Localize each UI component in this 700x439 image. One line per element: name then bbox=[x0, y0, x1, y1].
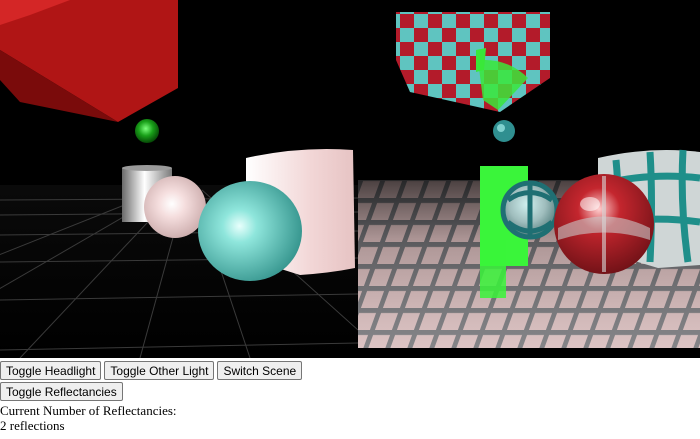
controls-panel: Toggle Headlight Toggle Other Light Swit… bbox=[0, 361, 700, 433]
teal-sphere bbox=[198, 181, 302, 281]
green-sphere bbox=[135, 119, 159, 143]
reflectancies-label: Current Number of Reflectancies: bbox=[0, 403, 177, 418]
raytrace-scene bbox=[358, 0, 700, 358]
button-row-1: Toggle Headlight Toggle Other Light Swit… bbox=[0, 361, 700, 380]
raster-scene bbox=[0, 0, 358, 358]
render-area bbox=[0, 0, 700, 358]
reflectancies-value: 2 reflections bbox=[0, 418, 65, 433]
rasterized-viewport[interactable] bbox=[0, 0, 358, 358]
toggle-headlight-button[interactable]: Toggle Headlight bbox=[0, 361, 102, 380]
toggle-reflectancies-button[interactable]: Toggle Reflectancies bbox=[0, 382, 123, 401]
raytraced-viewport[interactable] bbox=[358, 0, 700, 358]
pink-sphere bbox=[144, 176, 206, 238]
button-row-2: Toggle Reflectancies bbox=[0, 382, 700, 401]
small-teal-sphere bbox=[493, 120, 515, 142]
toggle-other-light-button[interactable]: Toggle Other Light bbox=[104, 361, 215, 380]
switch-scene-button[interactable]: Switch Scene bbox=[217, 361, 303, 380]
